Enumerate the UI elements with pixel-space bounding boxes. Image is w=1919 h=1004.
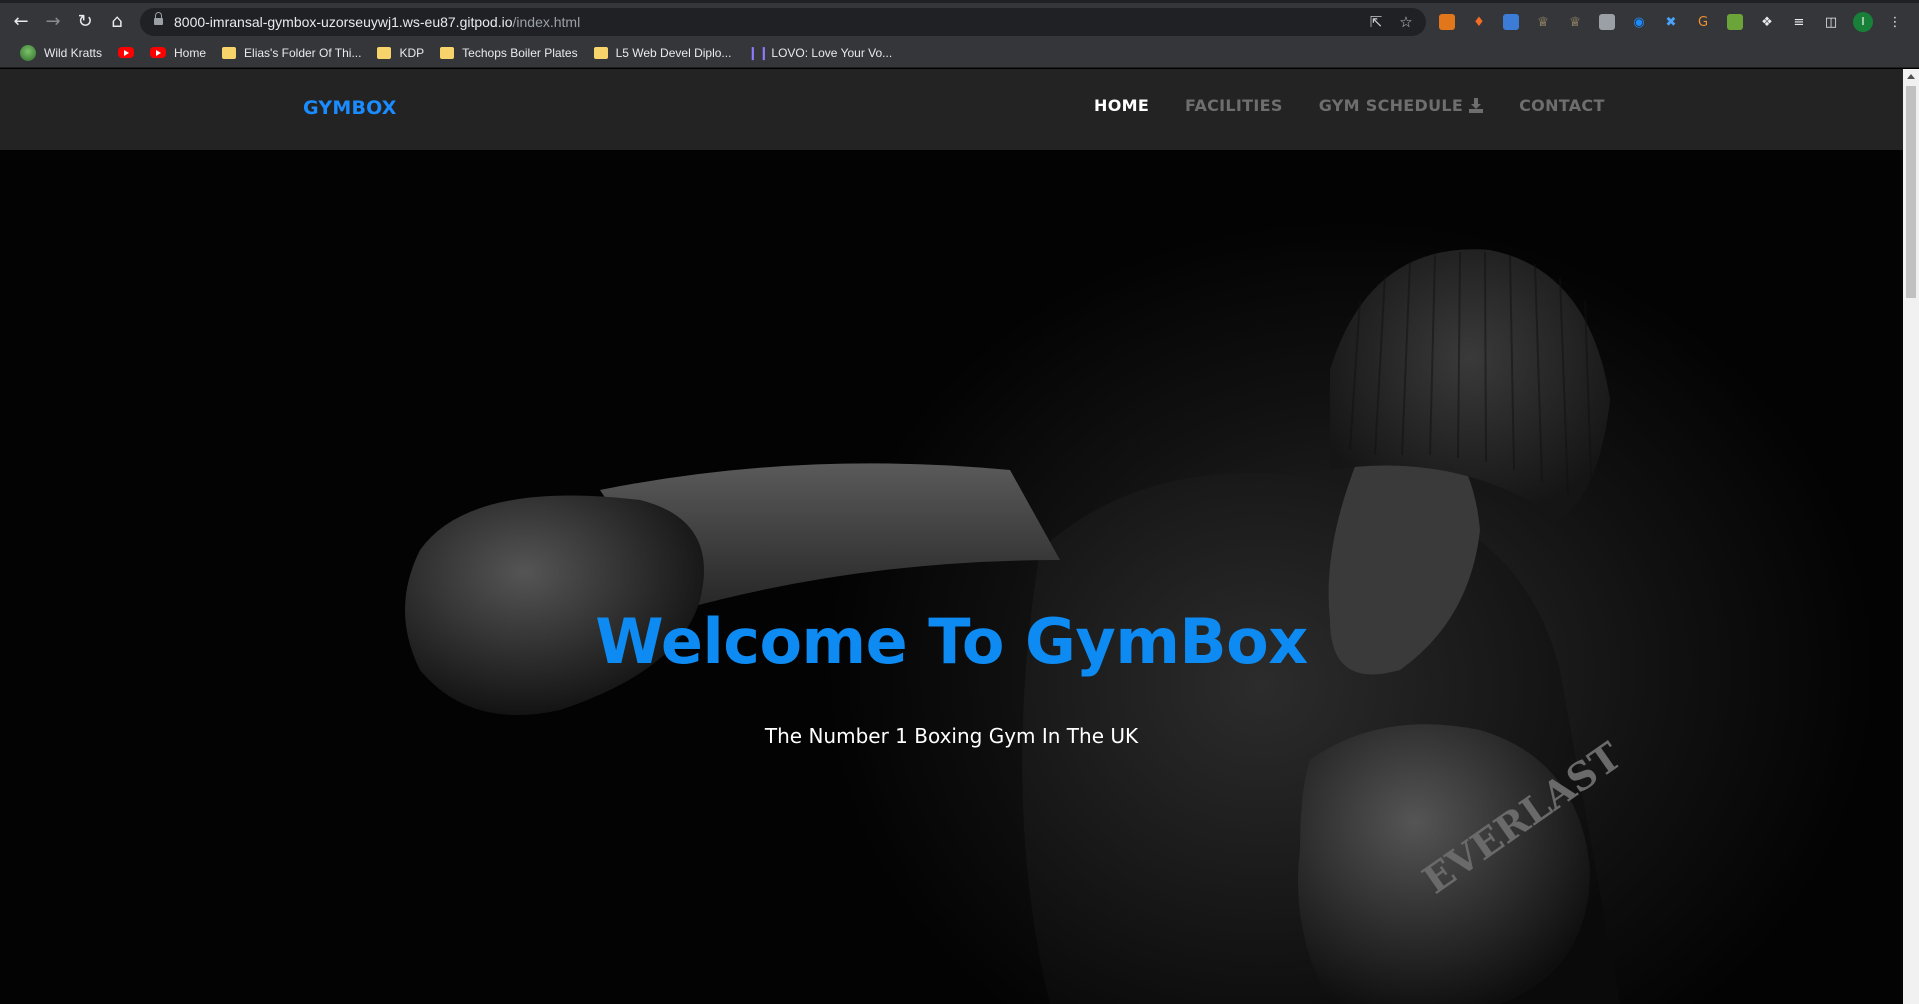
- url-text[interactable]: 8000-imransal-gymbox-uzorseuywj1.ws-eu87…: [174, 14, 580, 30]
- home-button[interactable]: ⌂: [105, 10, 129, 34]
- notion-extension-icon[interactable]: [1596, 11, 1618, 33]
- bookmark-star-icon[interactable]: ☆: [1396, 12, 1416, 32]
- main-menu: HOME FACILITIES GYM SCHEDULE CONTACT: [1094, 96, 1605, 115]
- folder-icon: [222, 46, 237, 59]
- hero-title: Welcome To GymBox: [595, 605, 1308, 678]
- forward-button[interactable]: →: [41, 10, 65, 34]
- web-page: GYMBOX HOME FACILITIES GYM SCHEDULE CONT…: [0, 69, 1903, 1004]
- crown-extension-icon[interactable]: ♕: [1532, 11, 1554, 33]
- profile-avatar[interactable]: I: [1852, 11, 1874, 33]
- lock-icon[interactable]: [154, 12, 163, 27]
- bookmark-label: KDP: [399, 45, 425, 60]
- share-icon[interactable]: ⇱: [1366, 12, 1386, 32]
- wallet-extension-icon[interactable]: [1500, 11, 1522, 33]
- nav-contact-link[interactable]: CONTACT: [1519, 96, 1605, 115]
- bookmark-youtube[interactable]: [110, 41, 142, 65]
- bookmark-home[interactable]: Home: [142, 41, 214, 65]
- loom-extension-icon[interactable]: ◉: [1628, 11, 1650, 33]
- puzzle-extensions-icon[interactable]: ❖: [1756, 11, 1778, 33]
- bookmark-label: LOVO: Love Your Vo...: [771, 45, 893, 60]
- bookmark-label: Wild Kratts: [44, 45, 103, 60]
- more-menu-icon[interactable]: ⋮: [1884, 11, 1906, 33]
- bookmark-wild-kratts[interactable]: Wild Kratts: [12, 41, 110, 65]
- browser-toolbar: ← → ↻ ⌂ 8000-imransal-gymbox-uzorseuywj1…: [0, 0, 1919, 38]
- profile-initial: I: [1853, 12, 1873, 32]
- extensions-bar: ♦ ♕ ♕ ◉ ✖ G ❖ ≡ ◫ I ⋮: [1436, 11, 1906, 33]
- bookmark-label: Home: [174, 45, 207, 60]
- reading-list-icon[interactable]: ≡: [1788, 11, 1810, 33]
- bookmark-l5-web[interactable]: L5 Web Devel Diplo...: [586, 41, 740, 65]
- bookmark-label: Elias's Folder Of Thi...: [244, 45, 362, 60]
- money-extension-icon[interactable]: [1724, 11, 1746, 33]
- hero-section: EVERLAST Welcome To GymBox The Number 1 …: [0, 150, 1903, 1004]
- url-host: 8000-imransal-gymbox-uzorseuywj1.ws-eu87…: [174, 14, 513, 30]
- folder-icon: [440, 46, 455, 59]
- folder-icon: [377, 46, 392, 59]
- site-navbar: GYMBOX HOME FACILITIES GYM SCHEDULE CONT…: [0, 69, 1903, 150]
- folder-icon: [593, 46, 608, 59]
- metamask-extension-icon[interactable]: [1436, 11, 1458, 33]
- youtube-icon: [118, 47, 135, 58]
- nav-home-link[interactable]: HOME: [1094, 96, 1149, 115]
- side-panel-icon[interactable]: ◫: [1820, 11, 1842, 33]
- scrollbar-thumb[interactable]: [1906, 86, 1916, 298]
- nav-schedule-link[interactable]: GYM SCHEDULE: [1318, 96, 1484, 115]
- shield-extension-icon[interactable]: ♕: [1564, 11, 1586, 33]
- bookmark-label: L5 Web Devel Diplo...: [615, 45, 732, 60]
- brand-logo-link[interactable]: GYMBOX: [303, 97, 397, 119]
- nav-facilities-link[interactable]: FACILITIES: [1185, 96, 1283, 115]
- wild-kratts-icon: [20, 44, 36, 61]
- reload-button[interactable]: ↻: [73, 10, 97, 34]
- grammarly-extension-icon[interactable]: G: [1692, 11, 1714, 33]
- tool-extension-icon[interactable]: ✖: [1660, 11, 1682, 33]
- back-button[interactable]: ←: [9, 10, 33, 34]
- bookmark-lovo[interactable]: ❙❙ LOVO: Love Your Vo...: [739, 41, 900, 65]
- hero-subtitle: The Number 1 Boxing Gym In The UK: [764, 724, 1139, 748]
- bookmarks-bar: Wild Kratts Home Elias's Folder Of Thi..…: [0, 38, 1919, 68]
- address-bar[interactable]: 8000-imransal-gymbox-uzorseuywj1.ws-eu87…: [140, 8, 1426, 36]
- nav-schedule-label: GYM SCHEDULE: [1318, 96, 1464, 115]
- url-path: /index.html: [512, 14, 581, 30]
- honey-extension-icon[interactable]: ♦: [1468, 11, 1490, 33]
- page-scrollbar[interactable]: [1903, 69, 1919, 1004]
- bookmark-label: Techops Boiler Plates: [462, 45, 578, 60]
- bookmark-techops[interactable]: Techops Boiler Plates: [432, 41, 585, 65]
- scroll-up-arrow-icon[interactable]: [1907, 74, 1915, 79]
- download-icon: [1469, 98, 1484, 113]
- youtube-icon: [150, 47, 167, 58]
- boxer-background-image: EVERLAST: [405, 249, 1629, 1004]
- bookmark-kdp[interactable]: KDP: [369, 41, 432, 65]
- bookmark-elias-folder[interactable]: Elias's Folder Of Thi...: [214, 41, 369, 65]
- lovo-icon: ❙❙: [747, 44, 770, 60]
